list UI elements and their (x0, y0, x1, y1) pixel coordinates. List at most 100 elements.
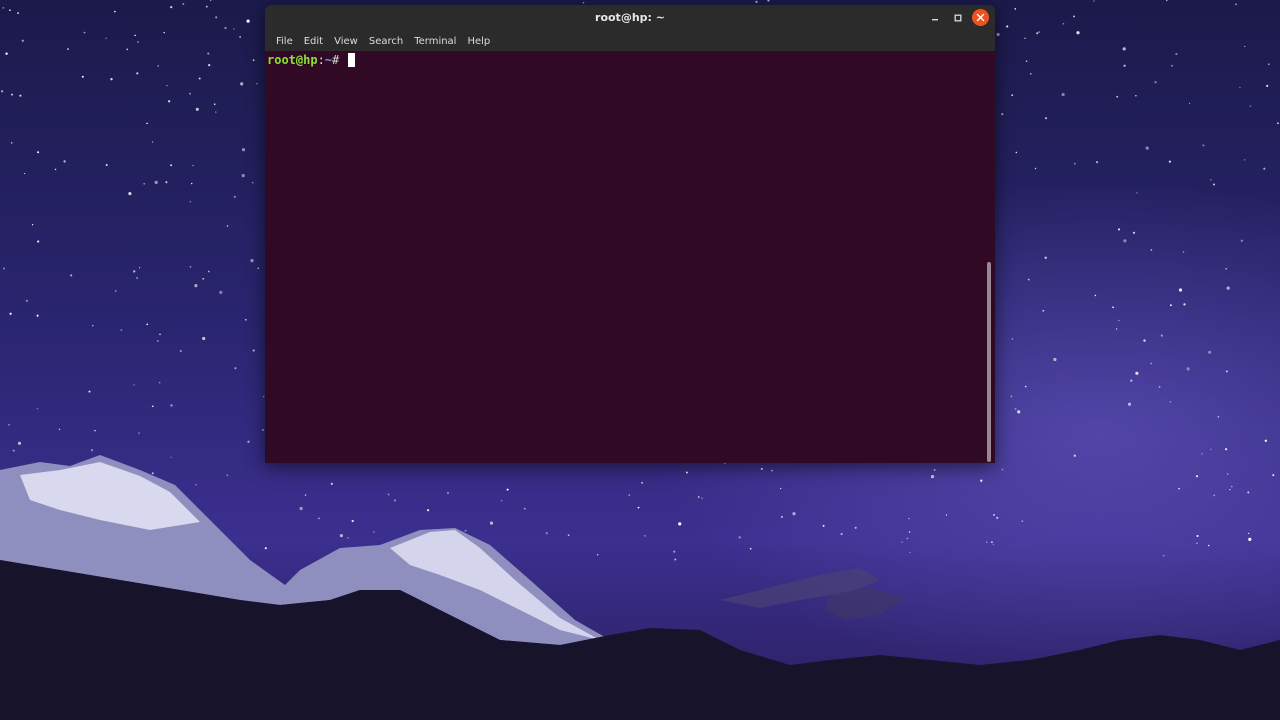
star (138, 432, 140, 434)
star (252, 59, 255, 62)
star (1213, 494, 1216, 497)
star (1263, 167, 1266, 170)
star (840, 533, 843, 536)
star (1171, 64, 1174, 67)
star (1024, 385, 1027, 388)
star (133, 384, 135, 386)
menu-file[interactable]: File (271, 34, 298, 49)
star (1112, 306, 1115, 309)
terminal-window[interactable]: root@hp: ~ File Edit View Search Termina… (265, 5, 995, 463)
star (9, 9, 11, 11)
star (1073, 15, 1076, 18)
menu-edit[interactable]: Edit (299, 34, 328, 49)
star (771, 469, 773, 472)
window-titlebar[interactable]: root@hp: ~ File Edit View Search Termina… (265, 5, 995, 51)
window-title: root@hp: ~ (595, 11, 665, 24)
star (5, 52, 8, 55)
star (930, 475, 935, 479)
star (1001, 113, 1004, 116)
star (780, 515, 783, 518)
star (1001, 468, 1004, 471)
star (637, 506, 640, 509)
star (1135, 371, 1139, 375)
star (822, 524, 825, 527)
menu-view[interactable]: View (329, 34, 363, 49)
maximize-button[interactable] (950, 10, 966, 26)
star (1073, 454, 1076, 457)
star (986, 541, 988, 543)
star (81, 75, 84, 78)
star (92, 325, 94, 327)
star (63, 160, 66, 163)
star (1076, 31, 1080, 35)
star (90, 448, 94, 452)
star (246, 19, 250, 23)
star (1130, 379, 1133, 382)
star (10, 142, 13, 144)
star (0, 90, 4, 93)
star (115, 290, 117, 292)
star (207, 270, 210, 273)
star (1042, 309, 1045, 312)
star (1061, 92, 1065, 97)
star (1225, 448, 1228, 451)
star (1014, 408, 1017, 410)
star (1235, 3, 1238, 6)
star (1135, 95, 1137, 97)
star (318, 517, 320, 520)
star (760, 467, 763, 470)
star (1239, 86, 1241, 89)
star (1122, 47, 1126, 51)
star (128, 192, 132, 196)
menu-help[interactable]: Help (462, 34, 495, 49)
star (182, 2, 185, 5)
star (1168, 160, 1172, 163)
star (207, 52, 210, 55)
star (146, 323, 149, 326)
star (1202, 144, 1205, 147)
star (1186, 367, 1190, 371)
menu-terminal[interactable]: Terminal (409, 34, 461, 49)
star (114, 10, 116, 13)
star (66, 48, 70, 51)
star (339, 534, 343, 538)
star (1210, 448, 1212, 451)
star (1231, 485, 1233, 488)
star (697, 496, 700, 498)
star (1011, 94, 1014, 97)
star (226, 225, 229, 227)
star (105, 164, 108, 166)
terminal-output-area[interactable]: root@hp: ~ # (265, 51, 995, 463)
star (83, 31, 86, 34)
star (1247, 491, 1250, 494)
star (170, 404, 173, 407)
star (1150, 362, 1153, 365)
star (1226, 286, 1230, 290)
star (387, 493, 390, 496)
star (685, 471, 688, 474)
star (189, 201, 192, 203)
star (1017, 410, 1021, 414)
star (393, 499, 396, 502)
star (17, 12, 20, 15)
close-button[interactable] (972, 9, 989, 26)
star (226, 474, 229, 477)
star (1073, 162, 1076, 165)
star (1208, 350, 1212, 354)
star (9, 312, 12, 315)
star (37, 151, 40, 154)
star (8, 423, 10, 426)
minimize-button[interactable] (927, 10, 943, 26)
star (1027, 278, 1030, 281)
star (1025, 60, 1028, 63)
star (31, 224, 34, 226)
menu-search[interactable]: Search (364, 34, 408, 49)
star (1034, 167, 1037, 170)
star (94, 430, 96, 432)
star (780, 487, 782, 490)
star (1264, 439, 1267, 442)
star (506, 488, 509, 491)
star (980, 479, 983, 482)
star (167, 100, 171, 103)
vertical-scrollbar[interactable] (987, 262, 991, 462)
